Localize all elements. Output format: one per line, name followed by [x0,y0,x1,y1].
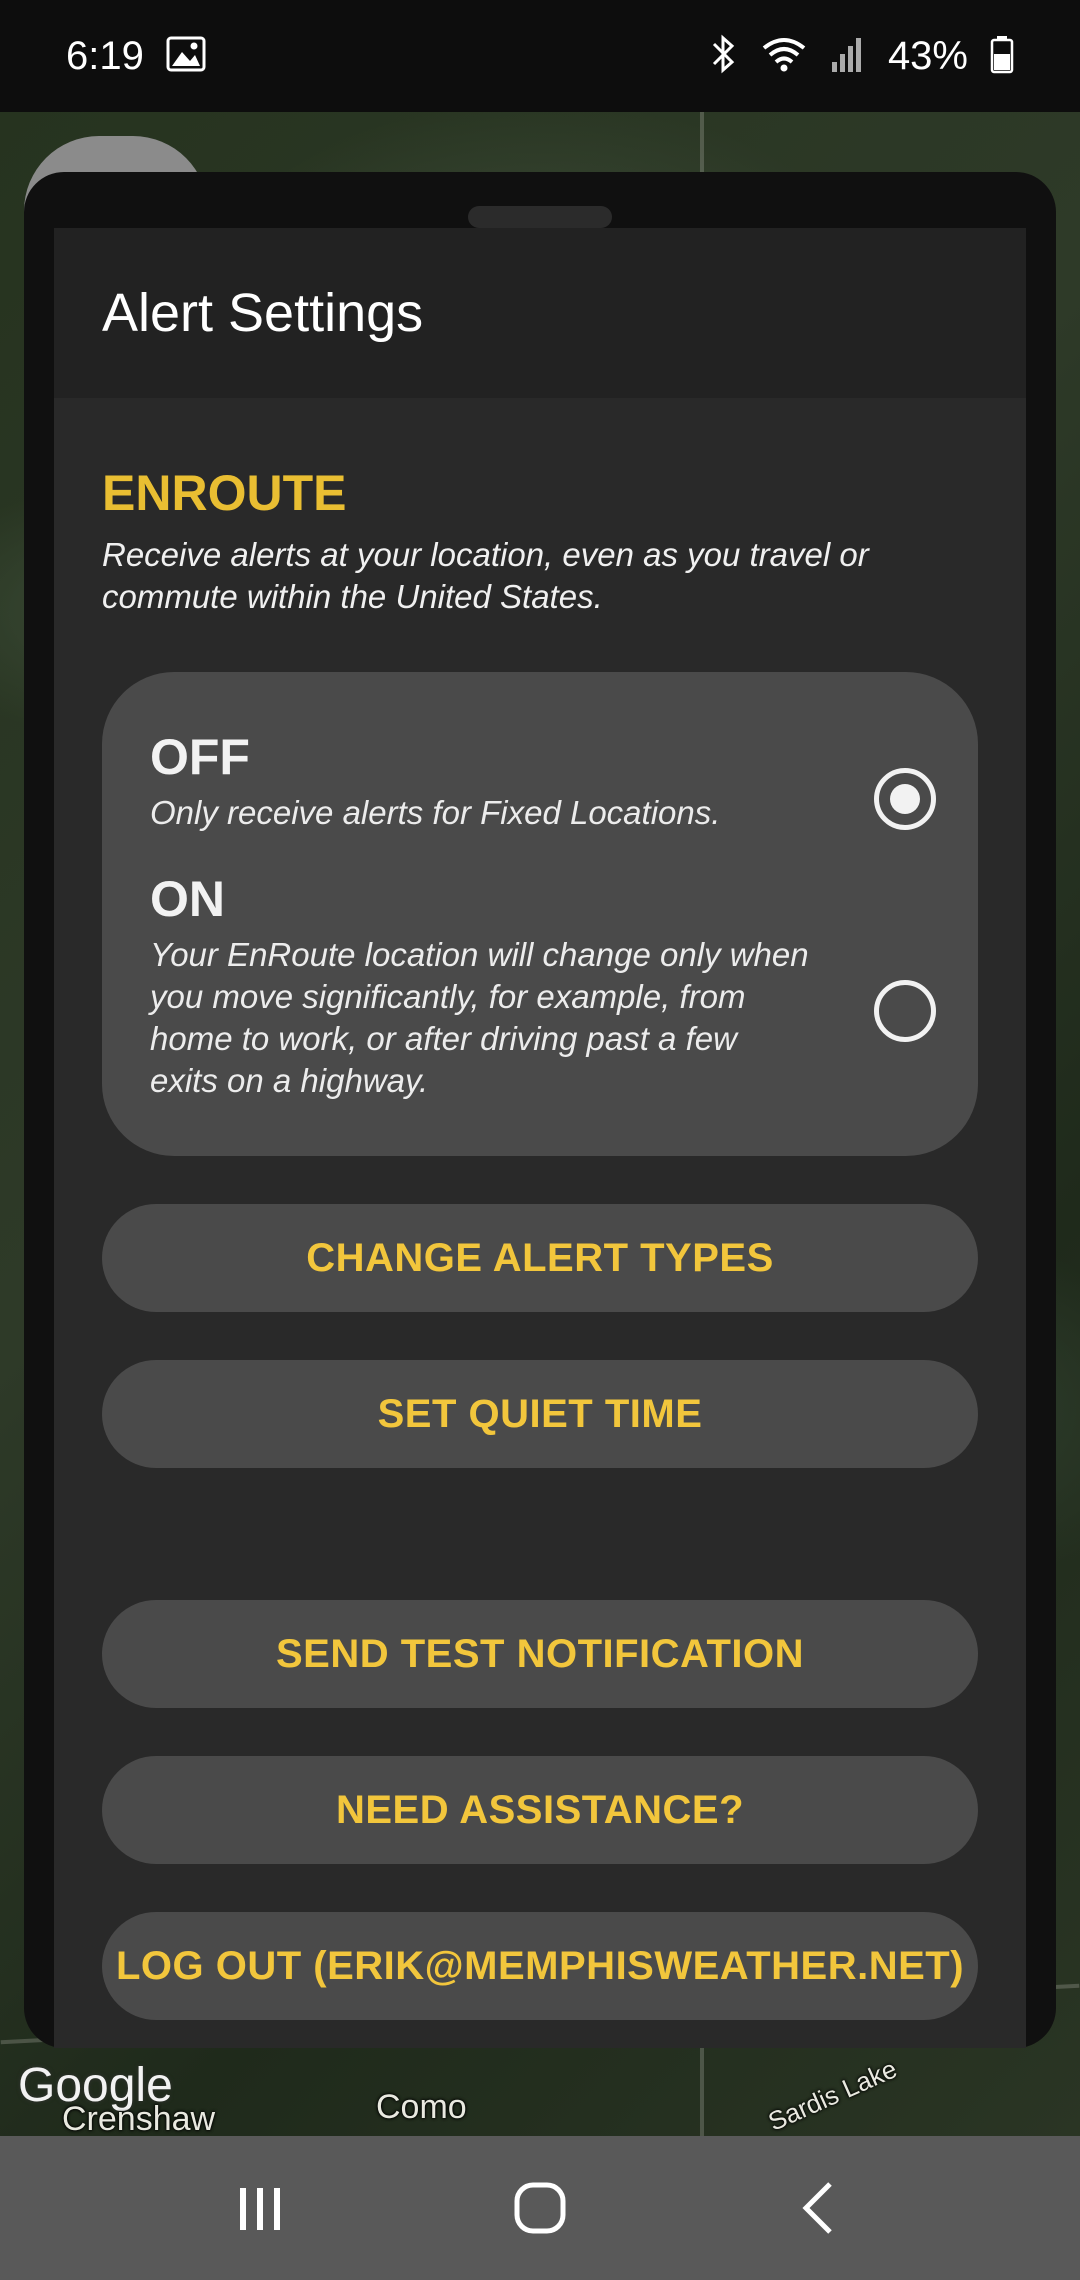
navigation-bar [0,2136,1080,2280]
need-assistance-button[interactable]: NEED ASSISTANCE? [102,1756,978,1864]
option-on-description: Your EnRoute location will change only w… [150,936,809,1099]
home-button[interactable] [480,2158,600,2258]
map-label-crenshaw: Crenshaw [62,2100,216,2138]
back-button[interactable] [760,2158,880,2258]
send-test-notification-button[interactable]: SEND TEST NOTIFICATION [102,1600,978,1708]
recents-icon [240,2188,280,2230]
signal-icon [830,34,866,79]
battery-icon [990,34,1014,79]
image-icon [166,36,206,77]
sheet-header: Alert Settings [54,228,1026,398]
option-off-label: OFF [150,729,250,785]
section-title-enroute: ENROUTE [102,465,347,521]
option-on[interactable]: ON Your EnRoute location will change onl… [150,870,936,1102]
enroute-option-group: OFF Only receive alerts for Fixed Locati… [102,672,978,1156]
radio-on[interactable] [874,980,936,1042]
battery-percent: 43% [887,33,968,78]
home-icon [514,2182,566,2234]
sheet-title: Alert Settings [102,283,424,343]
map-label-como: Como [376,2088,467,2126]
radio-off[interactable] [874,768,936,830]
status-time: 6:19 [66,33,144,78]
recents-button[interactable] [200,2158,320,2258]
status-bar: 6:19 43% [0,0,1080,112]
wifi-icon [760,34,808,79]
set-quiet-time-button[interactable]: SET QUIET TIME [102,1360,978,1468]
log-out-button[interactable]: LOG OUT (ERIK@MEMPHISWEATHER.NET) [102,1912,978,2020]
sheet-drag-handle[interactable] [468,206,612,228]
option-off-description: Only receive alerts for Fixed Locations. [150,794,721,831]
section-description: Receive alerts at your location, even as… [102,536,869,615]
back-icon [802,2182,832,2234]
change-alert-types-button[interactable]: CHANGE ALERT TYPES [102,1204,978,1312]
alert-settings-sheet: Alert Settings ENROUTE Receive alerts at… [54,228,1026,2048]
bluetooth-icon [708,34,738,79]
option-on-label: ON [150,871,225,927]
sheet-content: ENROUTE Receive alerts at your location,… [54,464,1026,2020]
option-off[interactable]: OFF Only receive alerts for Fixed Locati… [150,728,936,834]
